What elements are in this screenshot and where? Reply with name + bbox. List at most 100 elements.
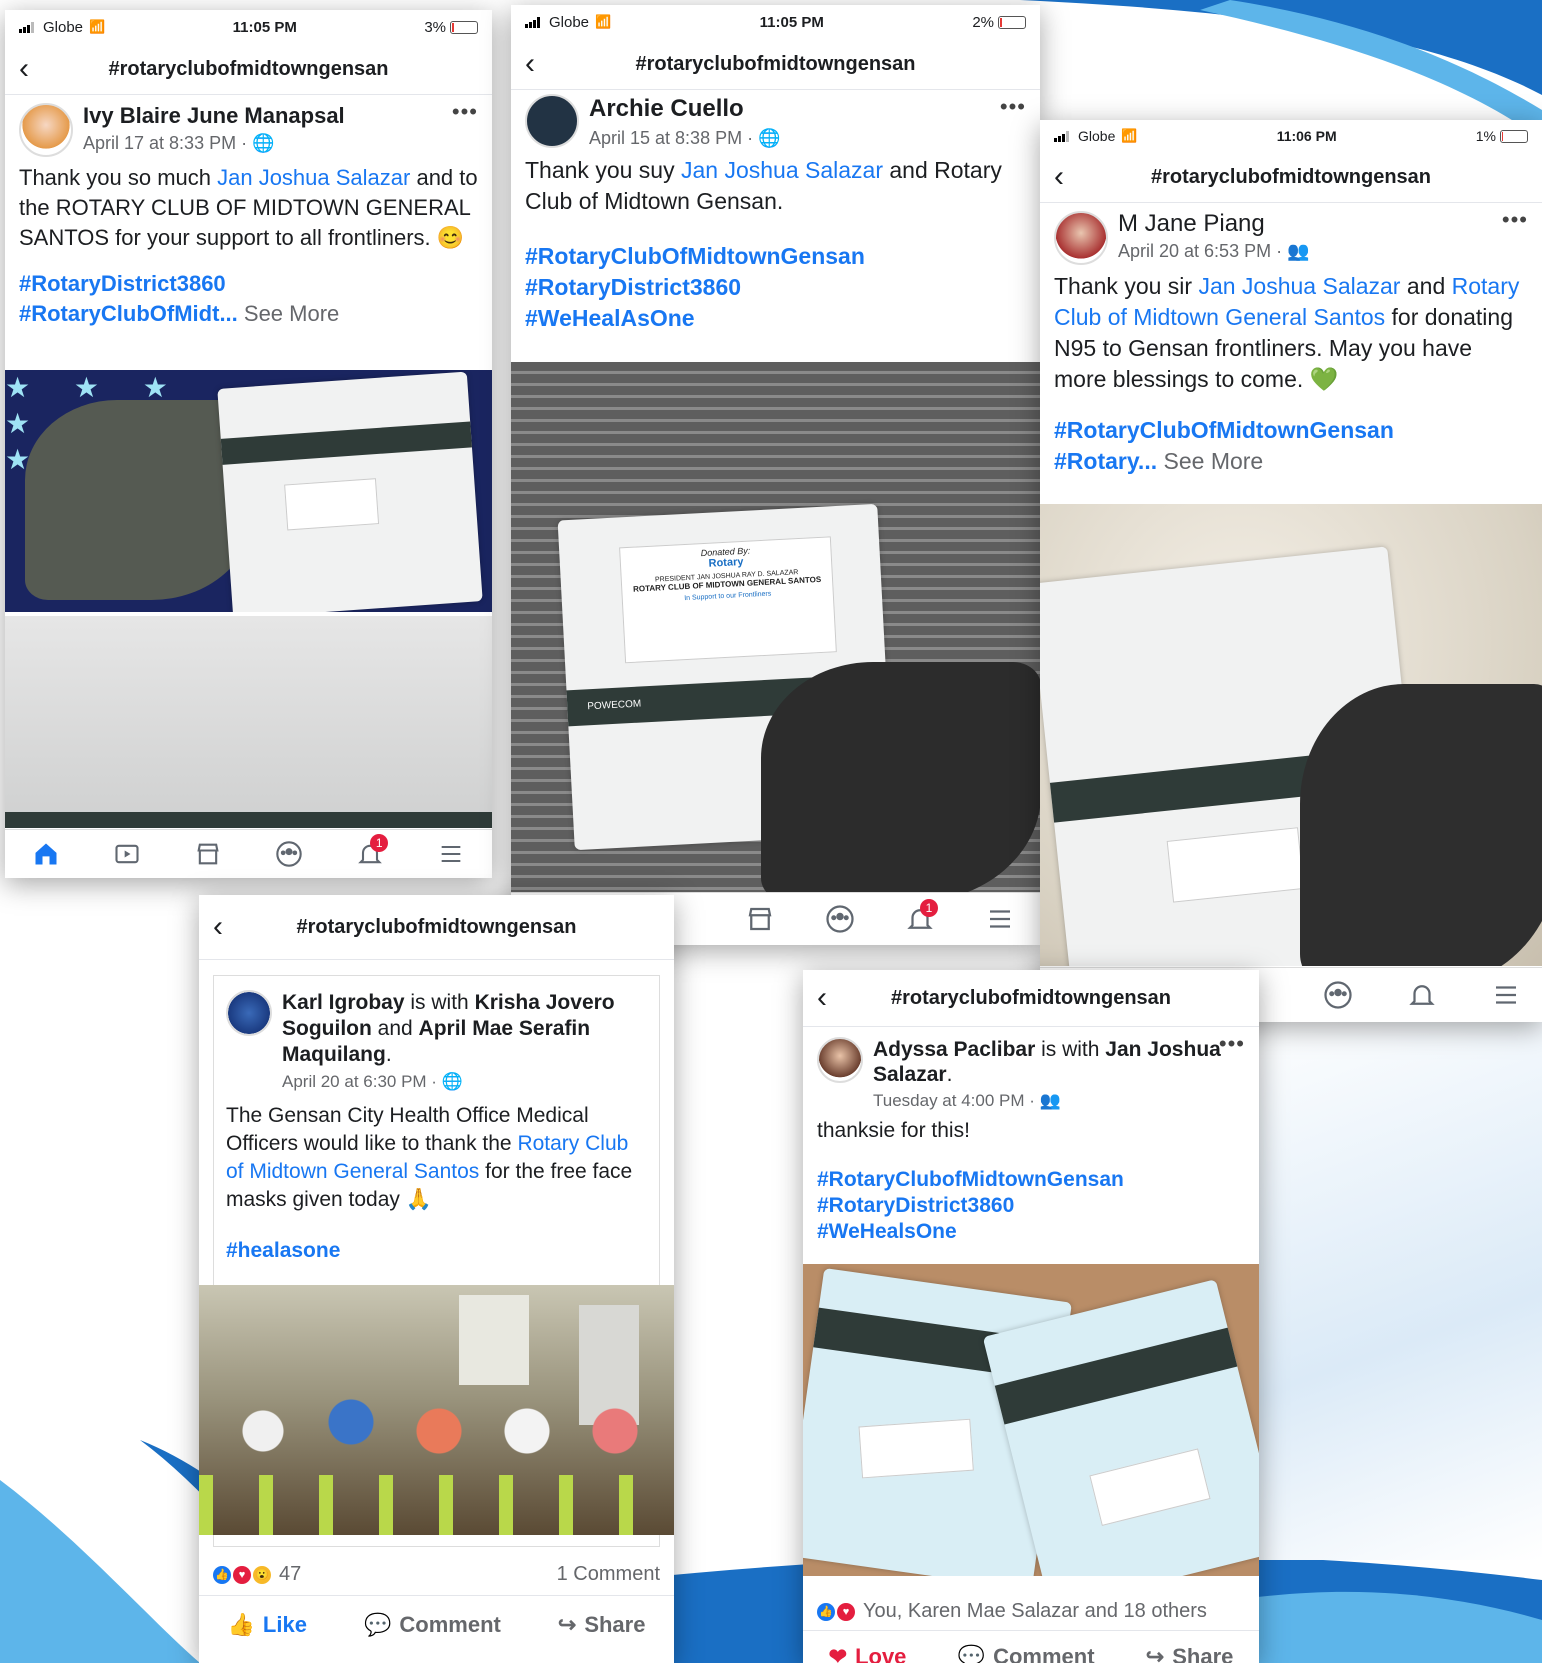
post-timestamp[interactable]: Tuesday at 4:00 PM · [873,1091,1040,1110]
back-chevron-icon[interactable]: ‹ [817,983,847,1013]
notifications-icon[interactable]: 1 [900,899,940,939]
wifi-icon: 📶 [89,19,106,34]
post-actions: 👍 Like 💬 Comment ↪ Share [199,1595,674,1654]
post-timestamp[interactable]: April 20 at 6:30 PM · [282,1072,442,1091]
screenshot-adyssa-post: ‹ #rotaryclubofmidtowngensan Adyssa Pacl… [803,970,1259,1663]
comment-count[interactable]: 1 Comment [557,1563,660,1586]
post-photo[interactable] [803,1264,1259,1576]
avatar[interactable] [226,990,272,1036]
notifications-icon[interactable]: 1 [350,834,390,874]
see-more-link[interactable]: See More [238,301,339,326]
friends-icon: 👥 [1287,241,1310,261]
love-reaction-icon: ♥ [837,1602,855,1621]
hashtag-link[interactable]: #RotaryClubOfMidtownGensan [525,241,1026,272]
post-text: The Gensan City Health Office Medical Of… [226,1104,633,1211]
battery-percent: 2% [972,13,994,31]
hashtag-link[interactable]: #RotaryClubOfMidt... [19,301,238,326]
post-timestamp[interactable]: April 20 at 6:53 PM · [1118,241,1287,261]
post-timestamp[interactable]: April 15 at 8:38 PM · [589,128,758,148]
avatar[interactable] [525,94,579,148]
back-chevron-icon[interactable]: ‹ [19,54,49,84]
bottom-tab-bar: 1 [5,829,492,878]
hashtag-link[interactable]: #healasone [226,1236,647,1266]
wifi-icon: 📶 [1121,128,1138,143]
menu-icon[interactable] [980,899,1020,939]
hashtag-link[interactable]: #RotaryClubofMidtownGensan [817,1167,1245,1193]
clock: 11:05 PM [232,18,297,36]
clock: 11:06 PM [1276,128,1337,144]
back-chevron-icon[interactable]: ‹ [1054,162,1084,192]
reaction-summary[interactable]: You, Karen Mae Salazar and 18 others [863,1600,1207,1623]
globe-icon: 🌐 [252,133,275,153]
love-reaction-icon: ♥ [233,1565,251,1584]
post-text: Thank you so much Jan Joshua Salazar and… [19,165,478,250]
reaction-count[interactable]: 47 [279,1563,301,1586]
groups-icon[interactable] [820,899,860,939]
avatar[interactable] [19,103,73,157]
like-reaction-icon: 👍 [213,1565,231,1584]
status-bar: Globe 📶 11:05 PM 3% [5,10,492,44]
back-chevron-icon[interactable]: ‹ [525,49,555,79]
back-chevron-icon[interactable]: ‹ [213,912,243,942]
mention-link[interactable]: Jan Joshua Salazar [1198,273,1400,299]
post-photo[interactable]: Donated By: Rotary PRESIDENT JAN JOSHUA … [511,362,1040,892]
mask-package [217,371,483,612]
like-reaction-icon: 👍 [817,1602,835,1621]
battery-percent: 3% [424,18,446,36]
hashtag-link[interactable]: #RotaryClubOfMidtownGensan [1054,415,1528,446]
avatar[interactable] [1054,211,1108,265]
hashtag-link[interactable]: #RotaryDistrict3860 [817,1193,1245,1219]
groups-icon[interactable] [1318,975,1358,1015]
watch-icon[interactable] [107,834,147,874]
more-options-icon[interactable]: ••• [452,99,478,125]
more-options-icon[interactable]: ••• [1000,94,1026,120]
hashtag-link[interactable]: #Rotary... [1054,448,1157,474]
hashtag-link[interactable]: #RotaryDistrict3860 [525,272,1026,303]
mention-link[interactable]: Jan Joshua Salazar [681,157,883,183]
post-author: Adyssa Paclibar is with Jan Joshua Salaz… [873,1038,1221,1086]
notification-badge: 1 [370,834,389,852]
post-timestamp[interactable]: April 17 at 8:33 PM · [83,133,252,153]
hashtags: #RotaryClubofMidtownGensan #RotaryDistri… [803,1145,1259,1245]
groups-icon[interactable] [269,834,309,874]
marketplace-icon[interactable] [740,899,780,939]
avatar[interactable] [817,1037,863,1083]
like-button[interactable]: 👍 Like [228,1612,307,1638]
hashtag-link[interactable]: #WeHealsOne [817,1219,1245,1245]
menu-icon[interactable] [431,834,471,874]
share-button[interactable]: ↪ Share [1146,1644,1234,1663]
heart-icon: ❤ [828,1644,848,1663]
love-button[interactable]: ❤ Love [829,1644,907,1663]
globe-icon: 🌐 [758,128,781,148]
more-options-icon[interactable]: ••• [1502,207,1528,233]
post-photo[interactable] [199,1285,674,1535]
mention-link[interactable]: Jan Joshua Salazar [217,165,410,190]
post-photo[interactable] [1040,504,1542,966]
page-title: #rotaryclubofmidtowngensan [635,52,916,75]
home-icon[interactable] [26,834,66,874]
post-text: thanksie for this! [817,1119,970,1142]
share-button[interactable]: ↪ Share [558,1612,646,1638]
marketplace-icon[interactable] [188,834,228,874]
post-author[interactable]: Archie Cuello [589,94,781,124]
globe-icon: 🌐 [441,1072,463,1091]
menu-icon[interactable] [1486,975,1526,1015]
hashtags: #healasone [214,1214,659,1266]
hashtag-link[interactable]: #WeHealAsOne [525,303,1026,334]
carrier-label: Globe [1078,128,1116,144]
signal-icon [1054,130,1072,142]
share-icon: ↪ [1145,1644,1165,1663]
post-photo[interactable]: ★ ★ ★★ ★ ★★ ★ ★ ★ [5,370,492,612]
more-options-icon[interactable]: ••• [1219,1031,1245,1057]
post-photo-second[interactable] [5,616,492,828]
post-author[interactable]: M Jane Piang [1118,211,1310,237]
hashtag-link[interactable]: #RotaryDistrict3860 [19,269,478,299]
post-author[interactable]: Ivy Blaire June Manapsal [83,103,345,129]
comment-button[interactable]: 💬 Comment [958,1644,1095,1663]
screenshot-karl-post: ‹ #rotaryclubofmidtowngensan Karl Igroba… [199,895,674,1663]
notifications-icon[interactable] [1402,975,1442,1015]
comment-button[interactable]: 💬 Comment [364,1612,501,1638]
see-more-link[interactable]: See More [1157,448,1263,474]
friends-icon: 👥 [1039,1091,1061,1110]
reactions-row: 👍 ♥ 😮 47 1 Comment [199,1563,674,1586]
